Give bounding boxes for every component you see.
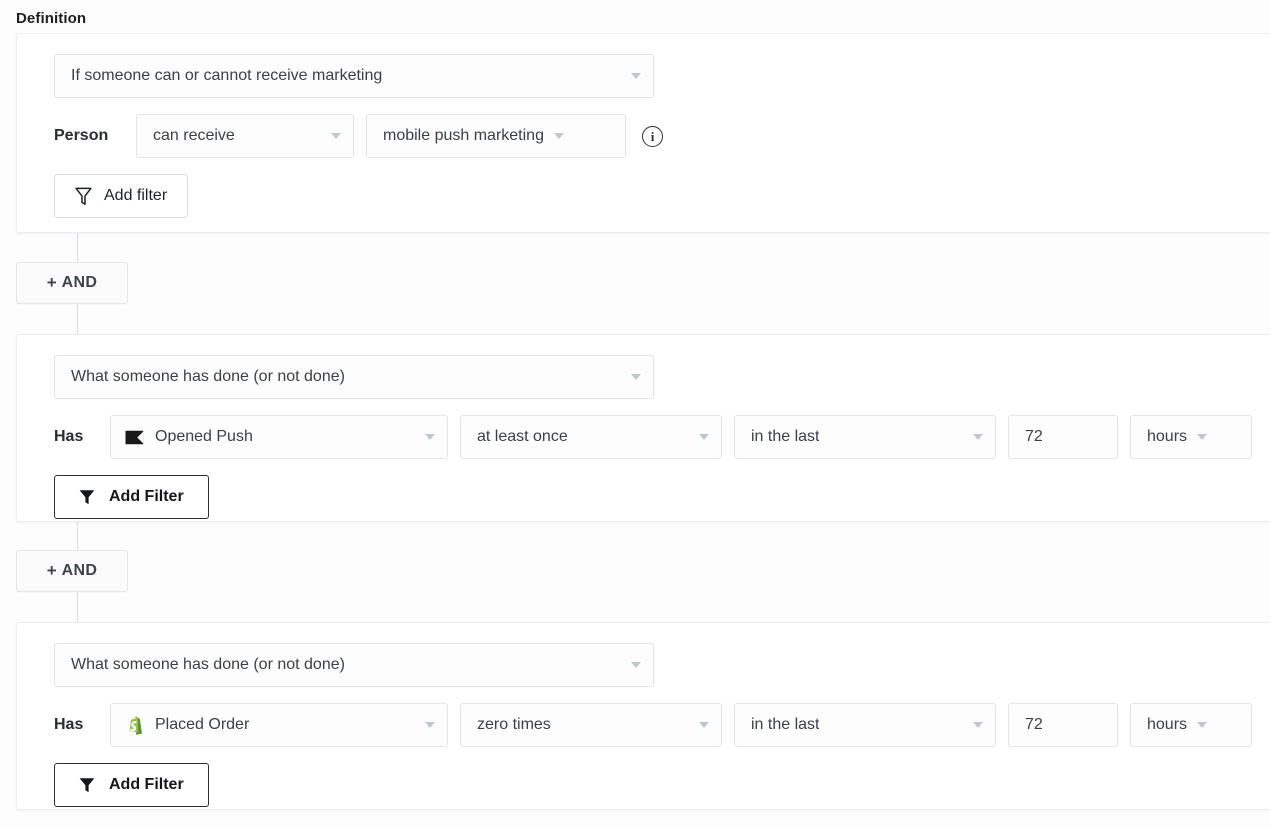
timeframe-value: in the last — [751, 428, 820, 445]
timeframe-amount-input-3[interactable]: 72 — [1008, 703, 1118, 747]
and-connector-button-1[interactable]: + AND — [16, 262, 128, 304]
add-filter-label: Add Filter — [109, 488, 184, 505]
chevron-down-icon — [699, 434, 709, 440]
consent-state-select[interactable]: can receive — [136, 114, 354, 158]
timeframe-amount-input-2[interactable]: 72 — [1008, 415, 1118, 459]
add-filter-button-3[interactable]: Add Filter — [54, 763, 209, 807]
shopify-icon — [125, 715, 144, 736]
condition-type-value: If someone can or cannot receive marketi… — [71, 67, 383, 84]
funnel-solid-icon — [79, 777, 95, 793]
add-filter-label: Add Filter — [109, 776, 184, 793]
chevron-down-icon — [1197, 722, 1208, 728]
row-label: Has — [54, 428, 84, 445]
and-label: AND — [61, 562, 98, 579]
consent-state-value: can receive — [153, 127, 235, 144]
chevron-down-icon — [973, 434, 983, 440]
definition-builder-page: Definition If someone can or cannot rece… — [0, 0, 1270, 828]
chevron-down-icon — [631, 374, 641, 380]
plus-icon: + — [46, 560, 57, 580]
timeframe-amount-value: 72 — [1025, 716, 1043, 733]
info-icon[interactable]: i — [642, 125, 663, 147]
and-label: AND — [61, 274, 98, 291]
chevron-down-icon — [631, 662, 641, 668]
timeframe-unit-select-3[interactable]: hours — [1130, 703, 1252, 747]
timeframe-select-2[interactable]: in the last — [734, 415, 996, 459]
timeframe-unit-value: hours — [1147, 716, 1188, 733]
metric-select-placed-order[interactable]: Placed Order — [110, 703, 448, 747]
marketing-channel-select[interactable]: mobile push marketing — [366, 114, 626, 158]
condition-card-2: What someone has done (or not done) Has — [16, 334, 1270, 522]
chevron-down-icon — [1197, 434, 1208, 440]
chevron-down-icon — [699, 722, 709, 728]
condition-type-select-3[interactable]: What someone has done (or not done) — [54, 643, 654, 687]
timeframe-unit-select-2[interactable]: hours — [1130, 415, 1252, 459]
frequency-value: zero times — [477, 716, 551, 733]
timeframe-value: in the last — [751, 716, 820, 733]
chevron-down-icon — [631, 73, 641, 79]
chevron-down-icon — [425, 434, 435, 440]
condition-type-select-1[interactable]: If someone can or cannot receive marketi… — [54, 54, 654, 98]
timeframe-amount-value: 72 — [1025, 428, 1043, 445]
marketing-channel-value: mobile push marketing — [383, 127, 544, 144]
timeframe-unit-value: hours — [1147, 428, 1188, 445]
add-filter-label: Add filter — [104, 187, 168, 204]
chevron-down-icon — [331, 133, 341, 139]
connector-line-2 — [77, 304, 78, 334]
frequency-select-2[interactable]: at least once — [460, 415, 722, 459]
frequency-value: at least once — [477, 428, 568, 445]
add-filter-button-2[interactable]: Add Filter — [54, 475, 209, 519]
add-filter-button-1[interactable]: Add filter — [54, 174, 189, 218]
condition-row-2: Has Opened Push at least once in the las… — [54, 415, 1270, 459]
condition-row-1: Person can receive mobile push marketing… — [54, 114, 1270, 158]
condition-card-3: What someone has done (or not done) Has — [16, 622, 1270, 810]
row-label: Person — [54, 127, 109, 144]
and-connector-button-2[interactable]: + AND — [16, 550, 128, 592]
frequency-select-3[interactable]: zero times — [460, 703, 722, 747]
condition-type-value: What someone has done (or not done) — [71, 368, 345, 385]
chevron-down-icon — [425, 722, 435, 728]
timeframe-select-3[interactable]: in the last — [734, 703, 996, 747]
chevron-down-icon — [973, 722, 983, 728]
metric-value: Placed Order — [155, 716, 250, 733]
condition-type-value: What someone has done (or not done) — [71, 656, 345, 673]
metric-value: Opened Push — [155, 428, 253, 445]
row-label: Has — [54, 716, 84, 733]
chevron-down-icon — [553, 133, 564, 139]
condition-type-select-2[interactable]: What someone has done (or not done) — [54, 355, 654, 399]
metric-select-opened-push[interactable]: Opened Push — [110, 415, 448, 459]
push-notification-icon — [125, 430, 144, 445]
funnel-outline-icon — [75, 187, 92, 206]
plus-icon: + — [46, 272, 57, 292]
connector-line-4 — [77, 592, 78, 622]
funnel-solid-icon — [79, 489, 95, 505]
condition-card-1: If someone can or cannot receive marketi… — [16, 33, 1270, 233]
page-title: Definition — [16, 10, 87, 27]
condition-row-3: Has Placed Order zero times in the last … — [54, 703, 1270, 747]
